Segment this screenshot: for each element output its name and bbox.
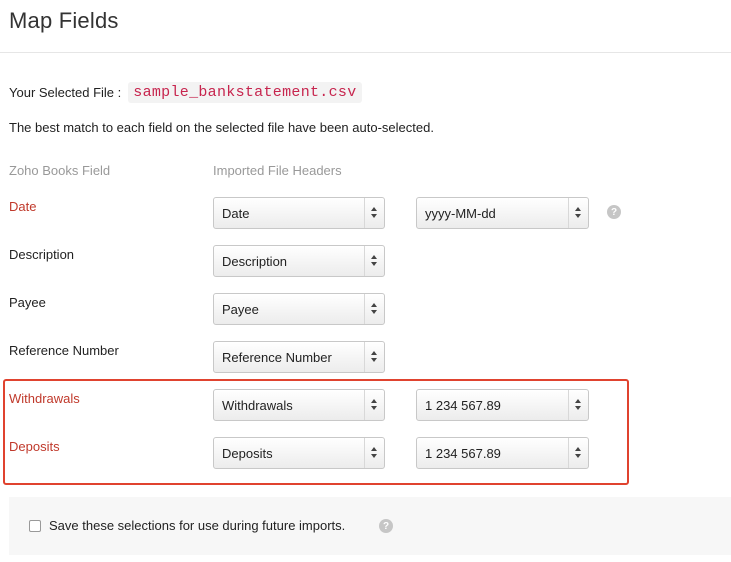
selected-file-name: sample_bankstatement.csv (128, 81, 362, 103)
withdrawals-number-format-select[interactable]: 1 234 567.89 (416, 389, 589, 421)
withdrawals-number-format-value: 1 234 567.89 (425, 397, 501, 413)
header-select-date-value: Date (222, 205, 250, 221)
select-arrows-icon (371, 398, 377, 412)
date-format-help-icon[interactable]: ? (607, 205, 621, 219)
save-selections-help-icon[interactable]: ? (379, 519, 393, 533)
select-arrows-icon (371, 446, 377, 460)
field-label-reference-number: Reference Number (9, 343, 119, 358)
header-select-reference-number[interactable]: Reference Number (213, 341, 385, 373)
field-label-payee: Payee (9, 295, 46, 310)
page-title: Map Fields (9, 8, 119, 33)
header-select-withdrawals[interactable]: Withdrawals (213, 389, 385, 421)
header-select-reference-number-value: Reference Number (222, 349, 332, 365)
field-label-description: Description (9, 247, 75, 262)
header-select-payee-value: Payee (222, 301, 259, 317)
field-label-date: Date (9, 199, 37, 214)
field-label-deposits: Deposits (9, 439, 60, 454)
save-selections-label[interactable]: Save these selections for use during fut… (49, 518, 345, 533)
header-select-deposits[interactable]: Deposits (213, 437, 385, 469)
header-select-payee[interactable]: Payee (213, 293, 385, 325)
select-arrows-icon (371, 206, 377, 220)
header-select-date[interactable]: Date (213, 197, 385, 229)
header-select-description[interactable]: Description (213, 245, 385, 277)
select-arrows-icon (575, 398, 581, 412)
column-header-imported-headers: Imported File Headers (213, 163, 342, 178)
deposits-number-format-value: 1 234 567.89 (425, 445, 501, 461)
header-select-description-value: Description (222, 253, 288, 269)
date-format-select[interactable]: yyyy-MM-dd (416, 197, 589, 229)
column-header-zoho-field: Zoho Books Field (9, 163, 111, 178)
save-selections-checkbox[interactable] (29, 520, 41, 532)
select-arrows-icon (371, 350, 377, 364)
date-format-select-value: yyyy-MM-dd (425, 205, 496, 221)
header-select-deposits-value: Deposits (222, 445, 273, 461)
select-arrows-icon (575, 206, 581, 220)
save-selections-footer: Save these selections for use during fut… (9, 497, 731, 555)
field-label-withdrawals: Withdrawals (9, 391, 80, 406)
select-arrows-icon (575, 446, 581, 460)
select-arrows-icon (371, 302, 377, 316)
selected-file-label: Your Selected File : (9, 84, 122, 100)
auto-select-description: The best match to each field on the sele… (9, 120, 434, 135)
select-arrows-icon (371, 254, 377, 268)
header-divider (0, 52, 731, 53)
deposits-number-format-select[interactable]: 1 234 567.89 (416, 437, 589, 469)
header-select-withdrawals-value: Withdrawals (222, 397, 293, 413)
selected-file-row: Your Selected File : sample_bankstatemen… (9, 80, 362, 104)
